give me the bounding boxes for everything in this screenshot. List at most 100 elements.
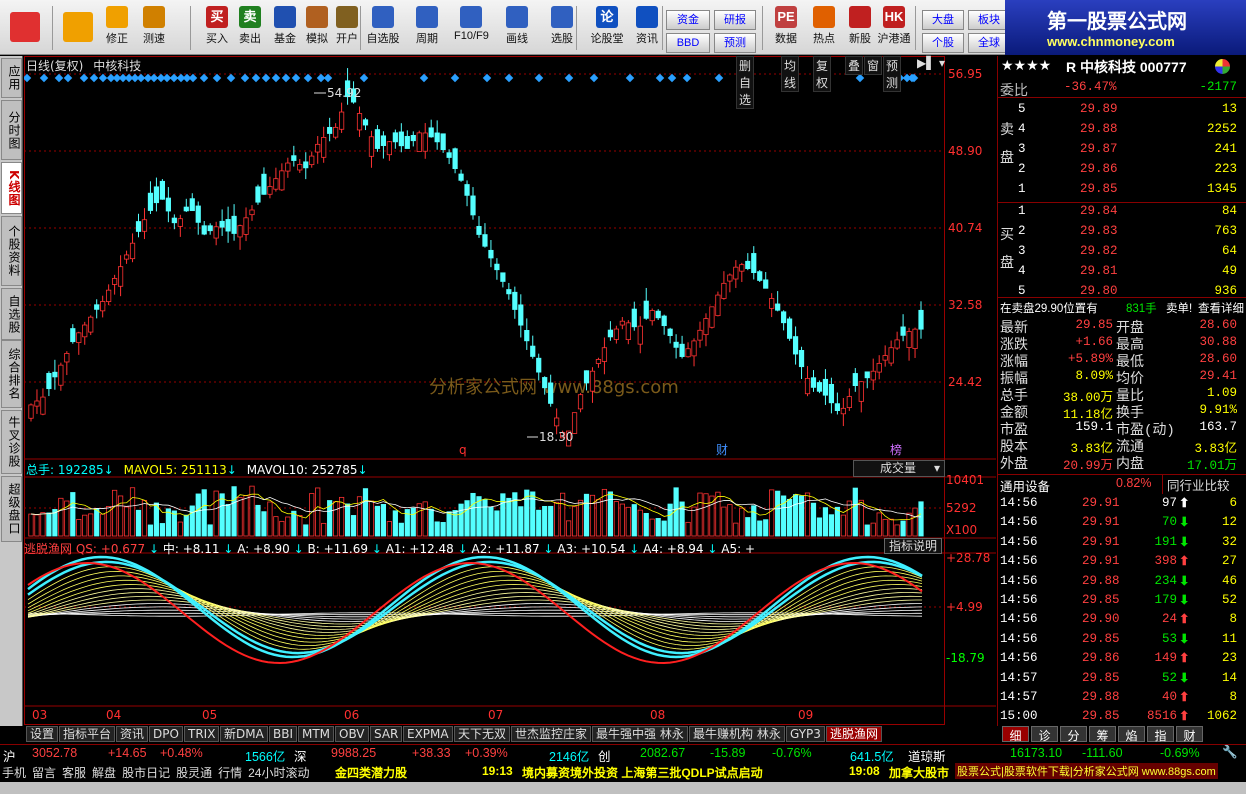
indicator-tab-3[interactable]: DPO — [149, 726, 183, 742]
toolbar-button-5[interactable]: 卖卖出 — [233, 4, 267, 52]
event-marker[interactable]: q — [459, 443, 467, 457]
chart-period[interactable]: 日线(复权) — [26, 59, 83, 73]
indicator-tab-16[interactable]: 逃脱渔网 — [826, 726, 883, 742]
toolbar-button2-3[interactable]: HK 沪港通 — [876, 4, 912, 52]
toolbar-button-10[interactable]: 周期 — [410, 4, 444, 52]
notice-volume: 831手 — [1126, 303, 1157, 315]
toolbar-small-button-2[interactable]: 研报 — [714, 10, 756, 30]
indicator-tab-9[interactable]: SAR — [370, 726, 403, 742]
toolbar-button-12[interactable]: 画线 — [500, 4, 534, 52]
indicator-tab-15[interactable]: GYP3 — [786, 726, 825, 742]
indicator-tab-12[interactable]: 世杰监控庄家 — [511, 726, 592, 742]
toolbar-button2-1[interactable]: 热点 — [806, 4, 842, 52]
indicator-help-button[interactable]: 指标说明 — [884, 538, 942, 554]
wrench-icon[interactable]: 🔧 — [1222, 745, 1238, 760]
news-item-1[interactable]: 金四类潜力股 — [335, 764, 407, 781]
chart-header-button-5[interactable]: 预测 — [883, 56, 902, 92]
quote-tab-5[interactable]: 指 — [1147, 726, 1174, 743]
news-shortcut-2[interactable]: 客服 — [62, 766, 86, 780]
toolbar-market-button-3[interactable]: 全球 — [968, 33, 1010, 53]
toolbar-button-14[interactable]: 论论股堂 — [590, 4, 624, 52]
indicator-tab-0[interactable]: 设置 — [26, 726, 59, 742]
news-shortcut-5[interactable]: 股灵通 — [176, 766, 212, 780]
industry-compare-button[interactable]: 同行业比较 — [1162, 475, 1230, 494]
toolbar-button-2[interactable]: 修正 — [100, 4, 134, 52]
toolbar-small-button-3[interactable]: 预测 — [714, 33, 756, 53]
sidebar-tab-1[interactable]: 分时图 — [1, 100, 22, 160]
chart-header-button-4[interactable]: 窗 — [864, 56, 883, 75]
candle-body — [392, 132, 398, 143]
news-shortcut-6[interactable]: 行情 — [218, 766, 242, 780]
sidebar-tab-3[interactable]: 个股资料 — [1, 216, 22, 286]
indicator-tab-7[interactable]: MTM — [298, 726, 335, 742]
indicator-tab-13[interactable]: 最牛强中强 林永 — [592, 726, 688, 742]
toolbar-market-button-1[interactable]: 板块 — [968, 10, 1010, 30]
sidebar-tab-0[interactable]: 应用 — [1, 58, 22, 98]
indicator-tab-8[interactable]: OBV — [335, 726, 369, 742]
toolbar-button-3[interactable]: 测速 — [137, 4, 171, 52]
toolbar-small-button-0[interactable]: 资金 — [666, 10, 710, 30]
toolbar-button-13[interactable]: 选股 — [545, 4, 579, 52]
toolbar-button-6[interactable]: 基金 — [268, 4, 302, 52]
news-shortcut-0[interactable]: 手机 — [2, 766, 26, 780]
quote-tab-0[interactable]: 细 — [1002, 726, 1029, 743]
pie-chart-icon[interactable] — [1215, 59, 1230, 74]
stat-row: 涨跌 +1.66 最高 30.88 — [998, 334, 1246, 354]
indicator-tab-4[interactable]: TRIX — [184, 726, 220, 742]
chart-header-button-2[interactable]: 复权 — [813, 56, 832, 92]
toolbar-button-15[interactable]: 资讯 — [630, 4, 664, 52]
event-marker[interactable]: 财 — [716, 443, 728, 457]
news-item-2[interactable]: 境内募资境外投资 上海第三批QDLP试点启动 — [522, 764, 763, 781]
sidebar-tab-4[interactable]: 自选股 — [1, 288, 22, 340]
toolbar-small-button-1[interactable]: BBD — [666, 33, 710, 53]
indicator-tab-14[interactable]: 最牛赚机构 林永 — [689, 726, 785, 742]
volume-header: 总手: 192285↓ MAVOL5: 251113↓ MAVOL10: 252… — [26, 463, 368, 477]
toolbar-market-button-0[interactable]: 大盘 — [922, 10, 964, 30]
sidebar-tab-7[interactable]: 超级盘口 — [1, 476, 22, 542]
volume-indicator-select[interactable]: 成交量 ▾ — [853, 460, 945, 477]
pin-icon[interactable]: ▶▌ — [917, 56, 935, 70]
chart-header-button-3[interactable]: 叠 — [845, 56, 864, 75]
indicator-tab-11[interactable]: 天下无双 — [454, 726, 511, 742]
toolbar-button-0[interactable] — [8, 4, 42, 52]
sidebar-tab-5[interactable]: 综合排名 — [1, 340, 22, 408]
sidebar-tab-6[interactable]: 牛叉诊股 — [1, 410, 22, 474]
news-item-4[interactable]: 股票公式|股票软件下载|分析家公式网 www.88gs.com — [955, 763, 1218, 779]
notice-detail-link[interactable]: 查看详细 — [1198, 300, 1244, 316]
quote-tab-1[interactable]: 诊 — [1031, 726, 1058, 743]
chart-header-button-0[interactable]: 删自选 — [736, 56, 755, 109]
indicator-header: 逃脱渔网 QS: +0.677 ↓ 中: +8.11 ↓ A: +8.90 ↓ … — [24, 542, 756, 556]
volume-bar — [637, 509, 643, 537]
indicator-tab-1[interactable]: 指标平台 — [59, 726, 116, 742]
quote-tab-6[interactable]: 财 — [1176, 726, 1203, 743]
news-item-3[interactable]: 加拿大股市 — [889, 764, 949, 781]
event-marker[interactable]: 榜 — [890, 442, 902, 457]
toolbar-button2-0[interactable]: PE 数据 — [768, 4, 804, 52]
chart-header-button-1[interactable]: 均线 — [781, 56, 800, 92]
indicator-tab-2[interactable]: 资讯 — [116, 726, 149, 742]
toolbar-button-8[interactable]: 开户 — [330, 4, 364, 52]
toolbar-button2-2[interactable]: 新股 — [842, 4, 878, 52]
quote-tab-4[interactable]: 焰 — [1118, 726, 1145, 743]
toolbar-market-button-2[interactable]: 个股 — [922, 33, 964, 53]
toolbar-button-7[interactable]: 模拟 — [300, 4, 334, 52]
toolbar-button-9[interactable]: 自选股 — [366, 4, 400, 52]
toolbar-button-11[interactable]: F10/F9 — [454, 4, 489, 52]
quote-tab-3[interactable]: 筹 — [1089, 726, 1116, 743]
quote-tab-2[interactable]: 分 — [1060, 726, 1087, 743]
indicator-tab-10[interactable]: EXPMA — [403, 726, 453, 742]
news-shortcut-3[interactable]: 解盘 — [92, 766, 116, 780]
candle-body — [452, 148, 458, 169]
toolbar-button-1[interactable] — [60, 4, 96, 52]
chart-svg[interactable]: 56.95 48.90 40.74 32.58 24.42 分析家公式网 www.88gs… — [22, 56, 996, 726]
toolbar-button-4[interactable]: 买买入 — [200, 4, 234, 52]
chevron-down-icon[interactable]: ▾ — [939, 56, 945, 70]
sidebar-tab-2[interactable]: K线图 — [1, 162, 22, 214]
indicator-tab-6[interactable]: BBI — [269, 726, 298, 742]
news-shortcut-7[interactable]: 24小时滚动 — [248, 766, 309, 780]
news-shortcut-4[interactable]: 股市日记 — [122, 766, 170, 780]
news-shortcut-1[interactable]: 留言 — [32, 766, 56, 780]
candle-body — [237, 225, 243, 238]
indicator-tab-5[interactable]: 新DMA — [220, 726, 268, 742]
kline-chart-area[interactable]: 56.95 48.90 40.74 32.58 24.42 分析家公式网 www.88gs… — [22, 56, 996, 726]
